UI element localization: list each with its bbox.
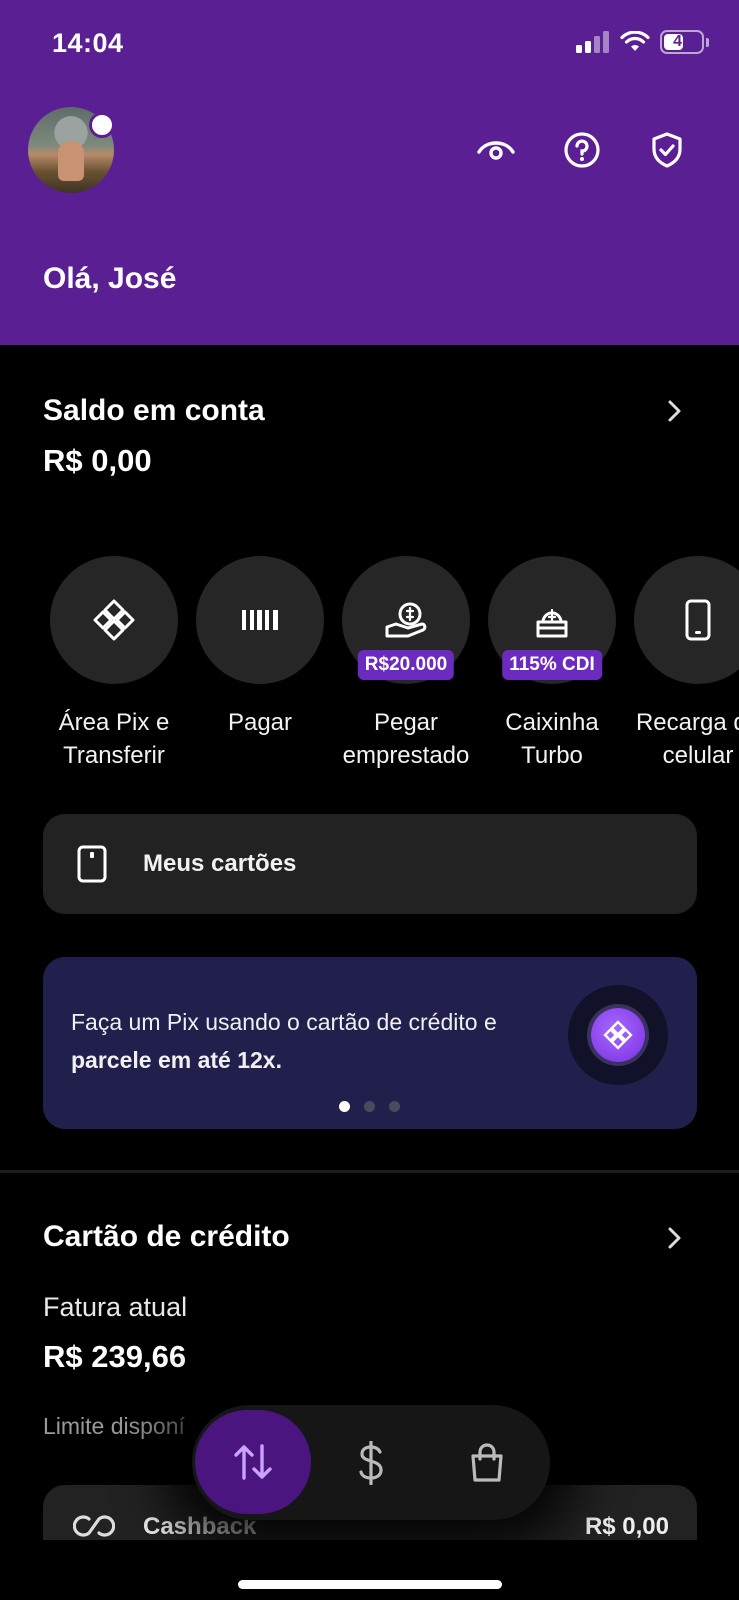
balance-title[interactable]: Saldo em conta — [43, 394, 265, 428]
shield-check-icon[interactable] — [645, 128, 689, 172]
tab-bar — [192, 1405, 550, 1520]
bottom-area — [0, 1540, 739, 1600]
my-cards-label: Meus cartões — [143, 850, 297, 877]
greeting: Olá, José — [43, 262, 177, 295]
caixinha-badge: 115% CDI — [502, 650, 602, 680]
carousel-dot[interactable] — [339, 1101, 350, 1112]
pix-icon — [93, 599, 135, 641]
action-caixinha[interactable]: 115% CDI Caixinha Turbo — [479, 556, 625, 772]
action-label: Pagar — [227, 709, 293, 736]
cashback-value: R$ 0,00 — [584, 1513, 669, 1540]
transfer-arrows-icon — [234, 1444, 272, 1480]
loan-badge: R$20.000 — [357, 650, 455, 680]
section-divider — [0, 1170, 739, 1173]
status-time: 14:04 — [52, 28, 124, 58]
action-recharge[interactable]: Recarga de celular — [625, 556, 739, 772]
limit-label: Limite disponí — [43, 1413, 185, 1439]
promo-pix-icon — [568, 985, 668, 1085]
credit-card-title[interactable]: Cartão de crédito — [43, 1220, 290, 1254]
tab-transfers[interactable] — [195, 1410, 311, 1514]
barcode-icon — [242, 610, 278, 630]
action-loan[interactable]: R$20.000 Pegar emprestado — [333, 556, 479, 772]
battery-level: 47 — [673, 33, 691, 50]
invoice-amount: R$ 239,66 — [43, 1339, 187, 1374]
notification-dot — [89, 112, 115, 138]
promo-text: Faça um Pix usando o cartão de crédito e… — [71, 1009, 497, 1073]
phone-icon — [685, 599, 711, 641]
wifi-icon — [620, 31, 650, 51]
carousel-dots[interactable] — [339, 1101, 400, 1112]
action-label: Caixinha Turbo — [505, 709, 599, 769]
help-icon[interactable] — [560, 128, 604, 172]
action-pix[interactable]: Área Pix e Transferir — [41, 556, 187, 772]
dollar-icon — [359, 1440, 383, 1485]
action-label: Pegar emprestado — [342, 709, 470, 769]
card-icon — [77, 845, 107, 883]
eye-icon[interactable] — [474, 128, 518, 172]
loan-hand-icon — [385, 602, 427, 638]
piggy-box-icon — [536, 608, 568, 638]
promo-banner[interactable]: Faça um Pix usando o cartão de crédito e… — [43, 957, 697, 1129]
invoice-label: Fatura atual — [43, 1292, 188, 1322]
tab-money[interactable] — [313, 1405, 429, 1520]
cashback-icon — [73, 1515, 115, 1537]
home-indicator[interactable] — [238, 1580, 502, 1589]
balance-amount: R$ 0,00 — [43, 443, 152, 478]
battery-icon: 47 — [660, 30, 704, 54]
action-label: Área Pix e Transferir — [58, 709, 170, 769]
shopping-bag-icon — [471, 1442, 503, 1482]
chevron-right-icon[interactable] — [662, 1226, 686, 1250]
chevron-right-icon[interactable] — [662, 399, 686, 423]
signal-icon — [576, 31, 609, 53]
carousel-dot[interactable] — [364, 1101, 375, 1112]
quick-actions: Área Pix e Transferir Pagar R$20.000 Peg… — [0, 556, 739, 776]
status-icons: 47 — [576, 30, 709, 54]
my-cards-button[interactable]: Meus cartões — [43, 814, 697, 914]
tab-shopping[interactable] — [429, 1405, 545, 1520]
action-label: Recarga de celular — [635, 709, 739, 769]
action-pay[interactable]: Pagar — [187, 556, 333, 739]
carousel-dot[interactable] — [389, 1101, 400, 1112]
